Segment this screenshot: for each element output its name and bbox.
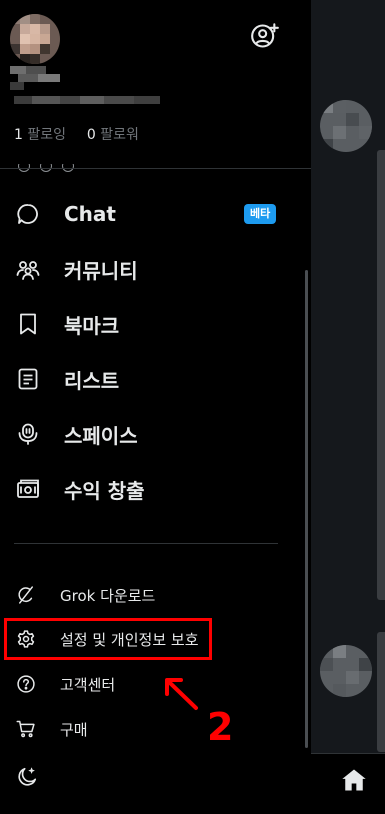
list-icon xyxy=(18,368,38,390)
monetization-icon xyxy=(17,479,39,498)
side-drawer: 1 팔로잉 0 팔로워 Chat 베타 커뮤니티 북마크 리스트 스페이스 수익… xyxy=(0,0,311,813)
menu-label: Grok 다운로드 xyxy=(60,586,156,605)
nav-item-communities[interactable]: 커뮤니티 xyxy=(0,247,300,291)
nav-label: Chat xyxy=(64,202,116,226)
nav-label: 북마크 xyxy=(64,313,120,338)
nav-item-bookmarks[interactable]: 북마크 xyxy=(0,302,300,346)
followers-count[interactable]: 0 xyxy=(87,127,96,143)
divider xyxy=(14,543,278,544)
timeline-avatar xyxy=(320,100,372,152)
nav-label: 커뮤니티 xyxy=(64,258,138,283)
display-name-blurred xyxy=(10,66,64,90)
help-icon xyxy=(17,675,35,693)
add-account-icon[interactable] xyxy=(251,22,279,50)
divider xyxy=(0,168,311,169)
following-label[interactable]: 팔로잉 xyxy=(27,127,66,143)
handle-blurred xyxy=(14,94,164,106)
spaces-mic-icon xyxy=(18,423,38,445)
home-icon[interactable] xyxy=(340,766,368,794)
communities-icon xyxy=(16,261,40,280)
nav-label: 리스트 xyxy=(64,368,120,393)
bookmark-icon xyxy=(20,313,36,335)
timeline-card xyxy=(377,150,385,600)
follow-stats: 1 팔로잉 0 팔로워 xyxy=(14,124,139,144)
following-count[interactable]: 1 xyxy=(14,127,23,143)
chat-bubble-icon xyxy=(17,204,38,224)
nav-item-chat[interactable]: Chat 베타 xyxy=(0,192,300,236)
grok-icon xyxy=(18,586,33,604)
beta-badge: 베타 xyxy=(244,204,277,224)
nav-item-monetization[interactable]: 수익 창출 xyxy=(0,467,300,511)
menu-item-grok-download[interactable]: Grok 다운로드 xyxy=(0,575,300,615)
timeline-avatar xyxy=(320,645,372,697)
menu-label: 구매 xyxy=(60,720,88,739)
timeline-card xyxy=(377,632,385,752)
cart-icon xyxy=(16,720,35,738)
menu-item-help-center[interactable]: 고객센터 xyxy=(0,664,300,704)
annotation-arrow-icon xyxy=(165,678,198,710)
avatar[interactable] xyxy=(10,14,60,64)
highlight-box xyxy=(4,618,212,660)
step-number: 2 xyxy=(207,705,234,749)
nav-item-lists[interactable]: 리스트 xyxy=(0,357,300,401)
nav-label: 수익 창출 xyxy=(64,478,145,503)
nav-label: 스페이스 xyxy=(64,423,138,448)
menu-label: 고객센터 xyxy=(60,675,116,694)
nav-item-spaces[interactable]: 스페이스 xyxy=(0,412,300,456)
followers-label[interactable]: 팔로워 xyxy=(100,127,139,143)
drawer-scrollbar[interactable] xyxy=(305,270,308,748)
theme-toggle-icon[interactable] xyxy=(16,766,38,788)
menu-item-purchases[interactable]: 구매 xyxy=(0,709,300,749)
